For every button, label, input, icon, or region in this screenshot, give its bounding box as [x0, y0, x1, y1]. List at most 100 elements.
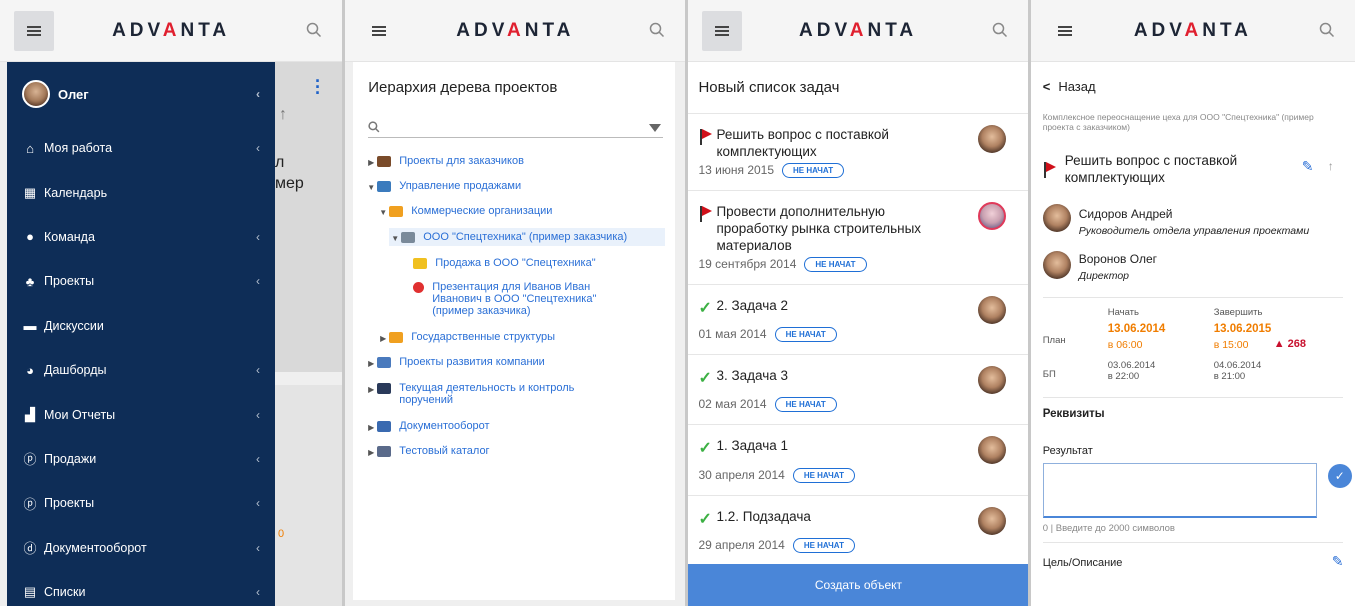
task-date: 30 апреля 2014 — [698, 467, 785, 482]
menu-item[interactable]: ⓟ Продажи ‹ — [7, 437, 275, 481]
menu-list: ⌂ Моя работа ‹ ▦ Календарь ● Команда ‹ ♣ Проекты ‹… — [7, 126, 275, 606]
screen-tasks: ADVANTA Новый список задач Решить вопрос… — [688, 0, 1028, 606]
col-start: Начать — [1107, 307, 1139, 318]
tree-node[interactable]: Презентация для Иванов Иван Иванович в О… — [401, 281, 632, 317]
search-icon[interactable] — [306, 22, 324, 40]
chevron-left-icon: ‹ — [256, 451, 260, 466]
status-badge: НЕ НАЧАТ — [792, 468, 855, 483]
menu-item[interactable]: ⌂ Моя работа ‹ — [7, 126, 275, 170]
tree-node[interactable]: ▶ Проекты для заказчиков — [365, 155, 524, 167]
hamburger-icon — [715, 25, 730, 36]
tree-node[interactable]: ▼ Коммерческие организации — [377, 205, 552, 217]
top-bar: ADVANTA — [0, 0, 343, 62]
task-item[interactable]: ✓ 3. Задача 3 02 мая 2014 НЕ НАЧАТ — [688, 355, 1028, 425]
search-icon[interactable] — [1319, 22, 1337, 40]
tree-node[interactable]: ▶ Тестовый каталог — [365, 445, 490, 457]
expand-toggle-icon[interactable]: ▶ — [365, 448, 377, 457]
tree-node-label: Тестовый каталог — [399, 445, 490, 457]
tree-node[interactable]: ▼ Управление продажами — [365, 180, 521, 192]
task-title: Решить вопрос с поставкой комплектующих — [716, 127, 889, 159]
avatar — [978, 366, 1007, 394]
hamburger-icon — [1057, 25, 1072, 36]
menu-item-label: Проекты — [44, 496, 95, 511]
task-item[interactable]: Решить вопрос с поставкой комплектующих 1… — [688, 114, 1028, 191]
task-meta: 13 июня 2015 НЕ НАЧАТ — [698, 162, 845, 178]
background-text: мер — [275, 175, 304, 192]
background-panel: 0 — [275, 385, 343, 606]
confirm-button[interactable]: ✓ — [1327, 464, 1352, 488]
menu-item[interactable]: ▦ Календарь — [7, 170, 275, 214]
edit-icon[interactable]: ✎ — [1332, 553, 1344, 570]
requisites-heading: Реквизиты — [1042, 408, 1105, 420]
menu-button[interactable] — [14, 10, 54, 51]
search-icon[interactable] — [649, 22, 667, 40]
task-item[interactable]: ✓ 2. Задача 2 01 мая 2014 НЕ НАЧАТ — [688, 285, 1028, 355]
task-item[interactable]: ✓ 1. Задача 1 30 апреля 2014 НЕ НАЧАТ — [688, 425, 1028, 496]
tree-node[interactable]: ▶ Документооборот — [365, 420, 490, 432]
task-meta: 30 апреля 2014 НЕ НАЧАТ — [698, 468, 855, 483]
fire-icon: ▲ — [1273, 338, 1285, 350]
project-path: Комплексное переоснащение цеха для ООО "… — [1042, 112, 1314, 132]
menu-item[interactable]: ▬ Дискуссии — [7, 304, 275, 348]
create-object-button[interactable]: Создать объект — [688, 564, 1028, 606]
menu-item-label: Мои Отчеты — [44, 407, 116, 422]
status-badge: НЕ НАЧАТ — [782, 163, 845, 178]
user-item[interactable]: Олег ‹ — [7, 62, 275, 126]
menu-button[interactable] — [702, 10, 743, 51]
menu-item[interactable]: ● Команда ‹ — [7, 215, 275, 259]
expand-toggle-icon[interactable]: ▶ — [377, 334, 389, 343]
menu-item[interactable]: ⓓ Документооборот ‹ — [7, 526, 275, 570]
tree-node-label: Государственные структуры — [411, 331, 555, 343]
bp-start-date: 03.06.2014 — [1107, 360, 1156, 371]
menu-item[interactable]: ▤ Списки ‹ — [7, 570, 275, 606]
expand-toggle-icon[interactable]: ▶ — [365, 423, 377, 432]
expand-toggle-icon[interactable]: ▶ — [365, 158, 377, 167]
search-icon[interactable] — [992, 22, 1010, 40]
menu-button[interactable] — [359, 11, 399, 51]
back-label: Назад — [1058, 79, 1096, 94]
plan-start-date: 13.06.2014 — [1107, 323, 1166, 335]
expand-toggle-icon[interactable]: ▼ — [389, 234, 401, 243]
task-item[interactable]: Провести дополнительную проработку рынка… — [688, 191, 1028, 285]
result-field[interactable] — [1042, 463, 1317, 518]
tree-node[interactable]: ▶ Текущая деятельность и контроль поручен… — [365, 382, 599, 406]
back-link[interactable]: < Назад — [1043, 79, 1096, 94]
folder-icon — [389, 332, 404, 343]
chevron-left-icon: ‹ — [256, 407, 260, 422]
task-meta: 29 апреля 2014 НЕ НАЧАТ — [698, 538, 855, 553]
task-date: 29 апреля 2014 — [698, 537, 785, 552]
tree-node-label: Проекты для заказчиков — [399, 155, 524, 167]
menu-item[interactable]: ♣ Проекты ‹ — [7, 259, 275, 303]
arrow-up-icon[interactable]: ↑ — [1328, 159, 1334, 173]
check-icon: ✓ — [698, 300, 712, 317]
hamburger-icon — [372, 25, 387, 36]
edit-icon[interactable]: ✎ — [1302, 158, 1314, 175]
goal-label: Цель/Описание — [1042, 557, 1123, 569]
expand-toggle-icon[interactable]: ▼ — [377, 208, 389, 217]
top-bar: ADVANTA — [345, 0, 686, 62]
char-counter: 0 | Введите до 2000 символов — [1042, 523, 1175, 534]
tree-node[interactable]: ▶ Государственные структуры — [377, 331, 555, 343]
menu-item[interactable]: ◕ Дашборды ‹ — [7, 348, 275, 392]
tree-node[interactable]: ▶ Проекты развития компании — [365, 356, 545, 368]
tree-search-input[interactable] — [368, 120, 664, 138]
more-icon[interactable]: · · · — [315, 72, 321, 102]
expand-toggle-icon[interactable]: ▶ — [365, 385, 377, 394]
team-icon: ● — [26, 229, 34, 245]
filter-icon[interactable] — [649, 124, 662, 132]
tree-node[interactable]: ▼ ООО "Спецтехника" (пример заказчика) — [389, 228, 666, 246]
tree-node-label: Коммерческие организации — [411, 205, 553, 217]
chevron-left-icon: < — [1042, 79, 1051, 94]
tree-node[interactable]: Продажа в ООО "Спецтехника" — [401, 257, 596, 269]
check-icon: ✓ — [698, 511, 712, 528]
task-date: 01 мая 2014 — [698, 326, 767, 341]
menu-item[interactable]: ⓟ Проекты ‹ — [7, 481, 275, 525]
task-date: 13 июня 2015 — [698, 162, 775, 177]
expand-toggle-icon[interactable]: ▶ — [365, 359, 377, 368]
expand-toggle-icon[interactable]: ▼ — [365, 183, 377, 192]
menu-button[interactable] — [1045, 11, 1085, 51]
menu-item[interactable]: ▟ Мои Отчеты ‹ — [7, 392, 275, 436]
task-item[interactable]: ✓ 1.2. Подзадача 29 апреля 2014 НЕ НАЧАТ — [688, 496, 1028, 566]
p-circle-icon: ⓟ — [23, 496, 37, 512]
check-icon: ✓ — [698, 370, 712, 387]
